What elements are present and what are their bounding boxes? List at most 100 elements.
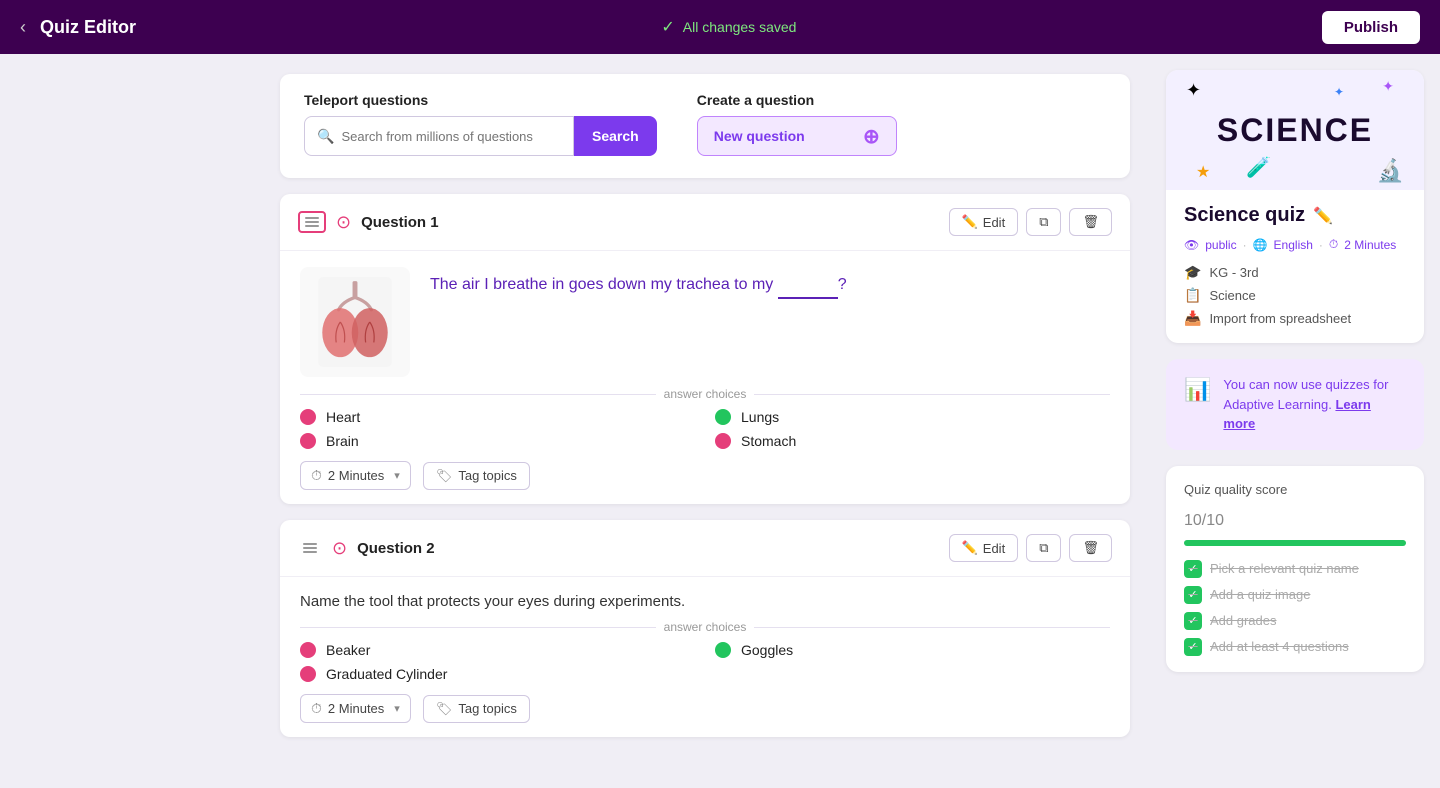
tag-icon-2: 🏷 [436, 701, 453, 717]
edit-pencil-icon[interactable]: ✏️ [1313, 206, 1333, 226]
deco-star-1: ✦ [1186, 80, 1201, 101]
language-icon: 🌐 [1253, 238, 1268, 252]
quiz-details: 🎓 KG - 3rd 📋 Science 📥 Import from sprea… [1184, 264, 1406, 327]
import-label: Import from spreadsheet [1209, 311, 1351, 326]
answer-lungs: Lungs [715, 409, 1110, 425]
new-question-button[interactable]: New question ⊕ [697, 116, 897, 156]
check-item-1: ✓ Add a quiz image [1184, 586, 1406, 604]
question-label-1: Question 1 [361, 214, 939, 231]
quiz-info-body: Science quiz ✏️ 👁 public · 🌐 English · ⏱… [1166, 190, 1424, 343]
quality-out-of: /10 [1202, 512, 1224, 529]
publish-button[interactable]: Publish [1322, 11, 1420, 44]
edit-button-1[interactable]: ✏️ Edit [949, 208, 1019, 236]
drag-handle-1[interactable] [298, 211, 326, 233]
right-sidebar: ✦ ✦ ★ ✦ SCIENCE 🔬 🧪 Science quiz ✏️ 👁 pu… [1150, 54, 1440, 788]
question-actions-1: ✏️ Edit ⧉ 🗑 [949, 208, 1112, 236]
quality-bar-fill [1184, 540, 1406, 546]
topbar: ‹ Quiz Editor ✓ All changes saved Publis… [0, 0, 1440, 54]
tag-topics-button-2[interactable]: 🏷 Tag topics [423, 695, 530, 723]
visibility-label: public [1205, 238, 1236, 252]
time-select-2[interactable]: ⏱ 2 Minutes ▾ [300, 694, 411, 723]
adaptive-icon: 📊 [1184, 377, 1211, 403]
deco-microscope: 🔬 [1377, 158, 1404, 184]
tag-icon-1: 🏷 [436, 468, 453, 484]
grade-icon: 🎓 [1184, 264, 1201, 281]
quality-bar [1184, 540, 1406, 546]
teleport-section: Teleport questions 🔍 Search [304, 92, 657, 156]
check-box-2: ✓ [1184, 612, 1202, 630]
answer-choices-label-2: answer choices [664, 620, 747, 634]
deco-star-3: ★ [1196, 162, 1210, 182]
question-image-1 [300, 267, 410, 377]
delete-button-1[interactable]: 🗑 [1069, 208, 1112, 236]
quiz-title: Science quiz [1184, 204, 1305, 227]
search-input-wrap: 🔍 [304, 116, 574, 156]
chevron-down-icon-2: ▾ [394, 702, 400, 715]
delete-button-2[interactable]: 🗑 [1069, 534, 1112, 562]
pencil-icon-1: ✏️ [962, 214, 978, 230]
grade-row: 🎓 KG - 3rd [1184, 264, 1406, 281]
answers-grid-1: Heart Lungs Brain Stomach [300, 409, 1110, 449]
plus-icon: ⊕ [863, 124, 880, 149]
quality-label: Quiz quality score [1184, 482, 1406, 497]
pencil-icon-2: ✏️ [962, 540, 978, 556]
answer-dot-red-1 [300, 409, 316, 425]
check-item-3: ✓ Add at least 4 questions [1184, 638, 1406, 656]
answer-section-2: answer choices Beaker Goggles Graduated … [280, 610, 1130, 682]
left-sidebar [0, 54, 260, 788]
subject-row: 📋 Science [1184, 287, 1406, 304]
answer-section-1: answer choices Heart Lungs Brain [280, 377, 1130, 449]
create-section: Create a question New question ⊕ [697, 92, 897, 156]
quality-score: 10/10 [1184, 501, 1406, 532]
check-box-3: ✓ [1184, 638, 1202, 656]
teleport-label: Teleport questions [304, 92, 657, 108]
answer-goggles: Goggles [715, 642, 1110, 658]
question-actions-2: ✏️ Edit ⧉ 🗑 [949, 534, 1112, 562]
copy-button-2[interactable]: ⧉ [1026, 534, 1061, 562]
question-text-1: The air I breathe in goes down my trache… [430, 267, 847, 377]
answer-choices-label-1: answer choices [664, 387, 747, 401]
import-row[interactable]: 📥 Import from spreadsheet [1184, 310, 1406, 327]
quiz-banner: ✦ ✦ ★ ✦ SCIENCE 🔬 🧪 [1166, 70, 1424, 190]
quality-score-card: Quiz quality score 10/10 ✓ Pick a releva… [1166, 466, 1424, 672]
time-select-1[interactable]: ⏱ 2 Minutes ▾ [300, 461, 411, 490]
search-input[interactable] [341, 129, 561, 144]
back-button[interactable]: ‹ [20, 17, 26, 38]
clock-icon-2: ⏱ [311, 700, 322, 717]
center-content: Teleport questions 🔍 Search Create a que… [260, 54, 1150, 788]
quiz-banner-text: SCIENCE [1217, 112, 1373, 149]
tag-topics-button-1[interactable]: 🏷 Tag topics [423, 462, 530, 490]
blank-underline-1 [778, 273, 838, 299]
check-box-0: ✓ [1184, 560, 1202, 578]
search-button[interactable]: Search [574, 116, 657, 156]
question-header-1: ⊙ Question 1 ✏️ Edit ⧉ 🗑 [280, 194, 1130, 251]
answer-dot-beaker [300, 642, 316, 658]
copy-button-1[interactable]: ⧉ [1026, 208, 1061, 236]
question-card-2: ⊙ Question 2 ✏️ Edit ⧉ 🗑 Name the tool t… [280, 520, 1130, 737]
question-footer-2: ⏱ 2 Minutes ▾ 🏷 Tag topics [280, 682, 1130, 737]
drag-handle-2[interactable] [298, 539, 322, 557]
answer-dot-red-3 [715, 433, 731, 449]
new-question-label: New question [714, 128, 805, 144]
chevron-down-icon-1: ▾ [394, 469, 400, 482]
trash-icon-1: 🗑 [1082, 214, 1099, 230]
deco-star-2: ✦ [1382, 78, 1394, 95]
quiz-title-row: Science quiz ✏️ [1184, 204, 1406, 227]
quality-checklist: ✓ Pick a relevant quiz name ✓ Add a quiz… [1184, 560, 1406, 656]
language-label: English [1274, 238, 1313, 252]
quiz-info-card: ✦ ✦ ★ ✦ SCIENCE 🔬 🧪 Science quiz ✏️ 👁 pu… [1166, 70, 1424, 343]
visibility-icon: 👁 [1184, 238, 1199, 252]
answer-stomach: Stomach [715, 433, 1110, 449]
answers-grid-2: Beaker Goggles Graduated Cylinder [300, 642, 1110, 682]
question-card-1: ⊙ Question 1 ✏️ Edit ⧉ 🗑 [280, 194, 1130, 504]
question-header-2: ⊙ Question 2 ✏️ Edit ⧉ 🗑 [280, 520, 1130, 577]
question-text-2: Name the tool that protects your eyes du… [280, 577, 1130, 610]
answer-dot-goggles [715, 642, 731, 658]
subject-icon: 📋 [1184, 287, 1201, 304]
question-type-icon-1: ⊙ [336, 212, 351, 233]
search-icon: 🔍 [317, 128, 334, 145]
duration-label: 2 Minutes [1344, 238, 1396, 252]
duration-icon: ⏱ [1329, 237, 1338, 252]
adaptive-learning-card: 📊 You can now use quizzes for Adaptive L… [1166, 359, 1424, 450]
edit-button-2[interactable]: ✏️ Edit [949, 534, 1019, 562]
